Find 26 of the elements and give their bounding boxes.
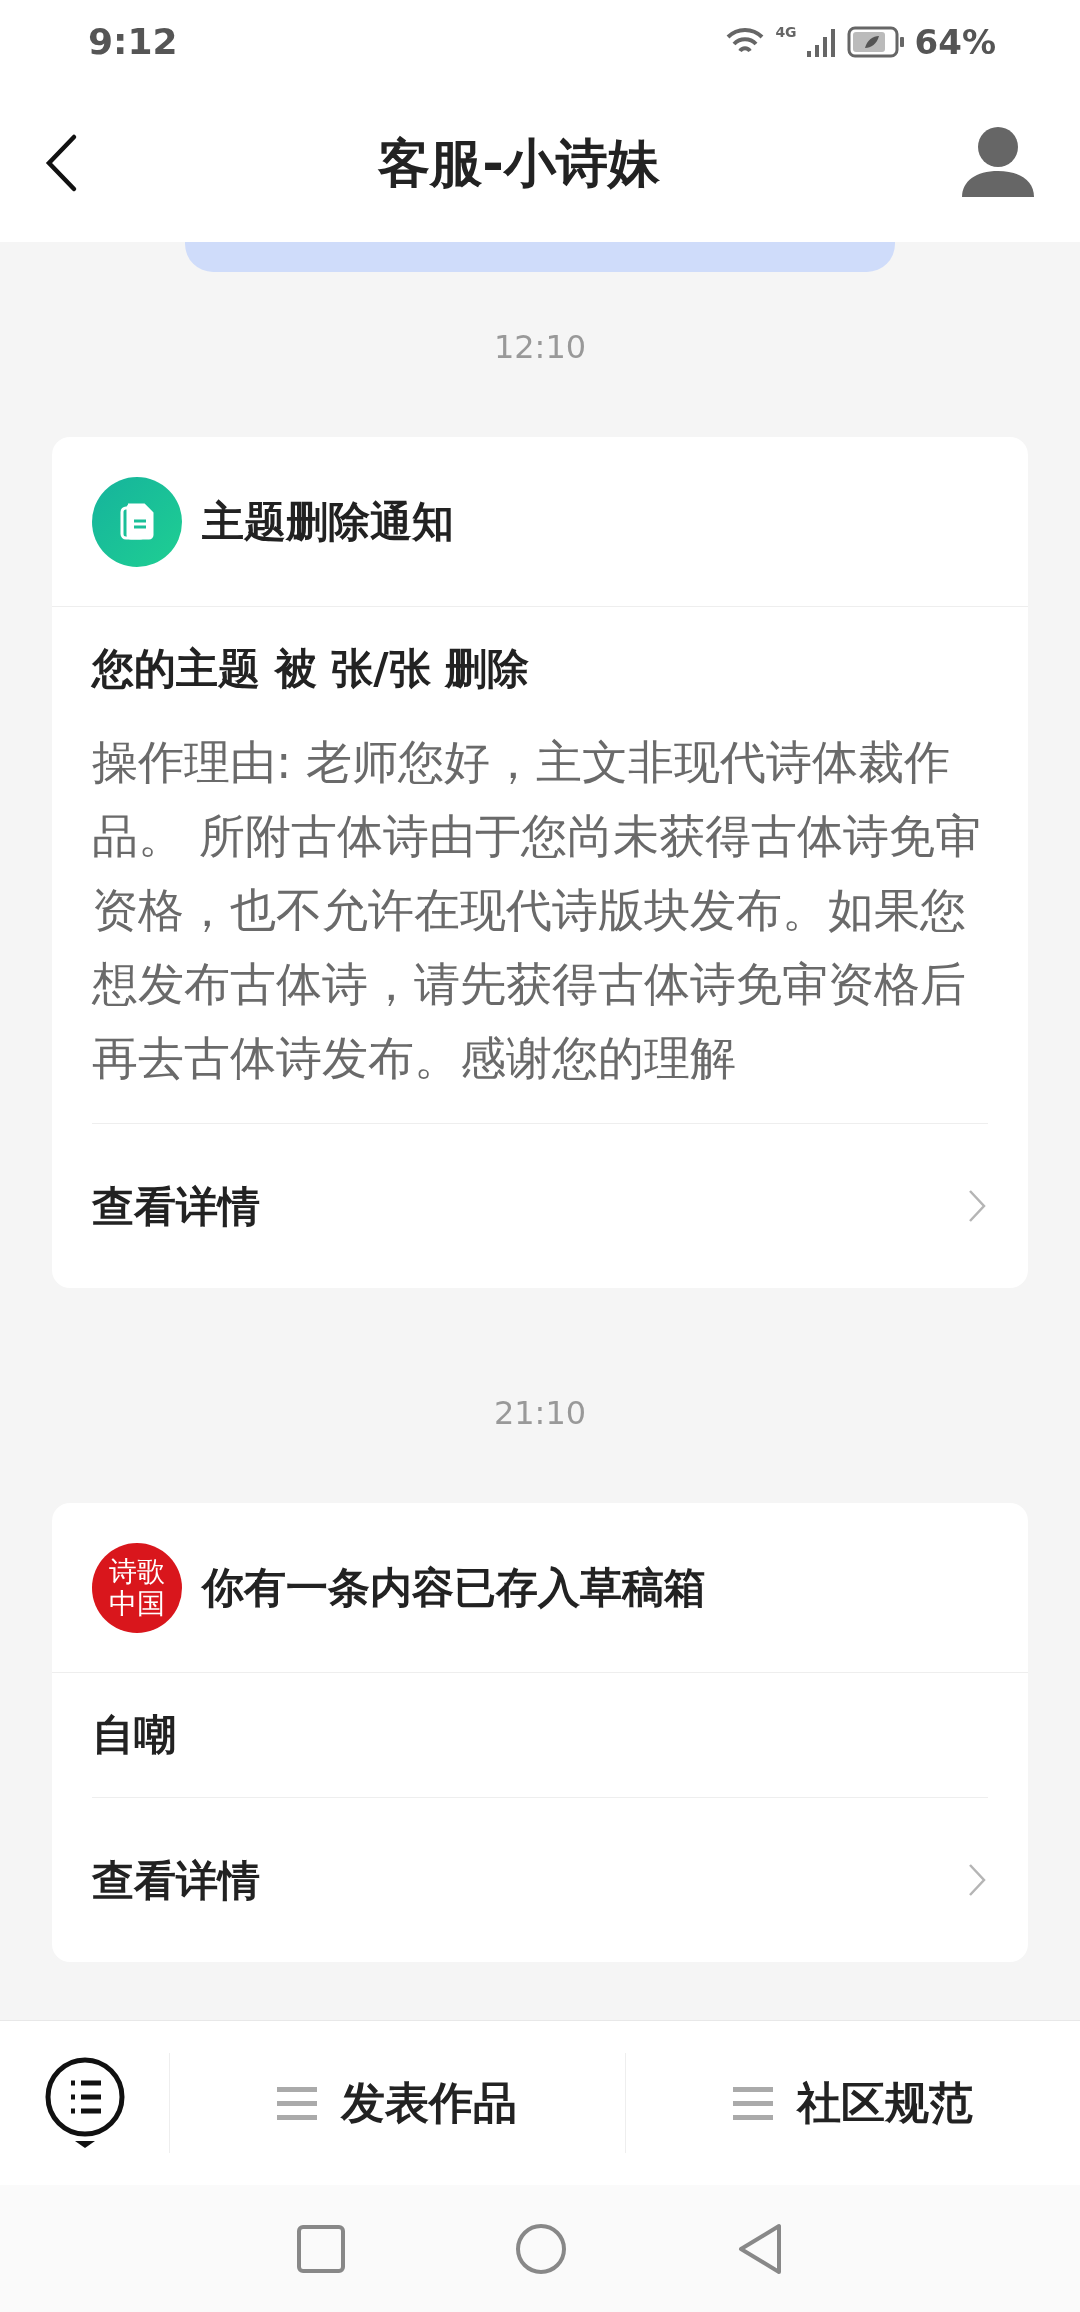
message-time: 21:10 bbox=[493, 1393, 587, 1434]
status-time: 9:12 bbox=[88, 20, 178, 64]
card-title: 主题删除通知 bbox=[202, 496, 454, 548]
reason-text: 操作理由: 老师您好，主文非现代诗体裁作品。 所附古体诗由于您尚未获得古体诗免审资格，也不允许在现代诗版块发布。如果您想发布古体诗，请先获得古体诗免审资格后再去古体诗发布。感谢您的理解 bbox=[92, 734, 982, 1087]
message-time: 12:10 bbox=[493, 327, 587, 368]
list-icon bbox=[277, 2085, 318, 2121]
view-details-link[interactable]: 查看详情 bbox=[92, 1848, 260, 1912]
battery-percent: 64% bbox=[914, 20, 996, 64]
bottom-menu-button[interactable]: 社区规范 bbox=[625, 2053, 1080, 2153]
battery-icon bbox=[846, 26, 905, 58]
back-nav-icon[interactable] bbox=[737, 2222, 783, 2275]
bottom-menu-button[interactable]: 发表作品 bbox=[170, 2053, 626, 2153]
recent-apps-icon[interactable] bbox=[297, 2224, 345, 2273]
logo-text: 诗歌中国 bbox=[92, 1542, 182, 1633]
chevron-right-icon bbox=[968, 1863, 986, 1897]
card-title: 你有一条内容已存入草稿箱 bbox=[202, 1562, 706, 1614]
chevron-right-icon bbox=[968, 1189, 986, 1223]
home-icon[interactable] bbox=[515, 2222, 567, 2275]
network-type: 4G bbox=[775, 22, 797, 42]
card-headline: 自嘲 bbox=[92, 1709, 177, 1761]
list-icon bbox=[732, 2085, 773, 2121]
back-icon[interactable] bbox=[44, 133, 78, 193]
card-headline: 您的主题 被 张/张 删除 bbox=[92, 643, 531, 695]
signal-icon bbox=[806, 27, 837, 57]
view-details-link[interactable]: 查看详情 bbox=[92, 1174, 260, 1238]
chat-title: 客服-小诗妹 bbox=[378, 132, 660, 195]
